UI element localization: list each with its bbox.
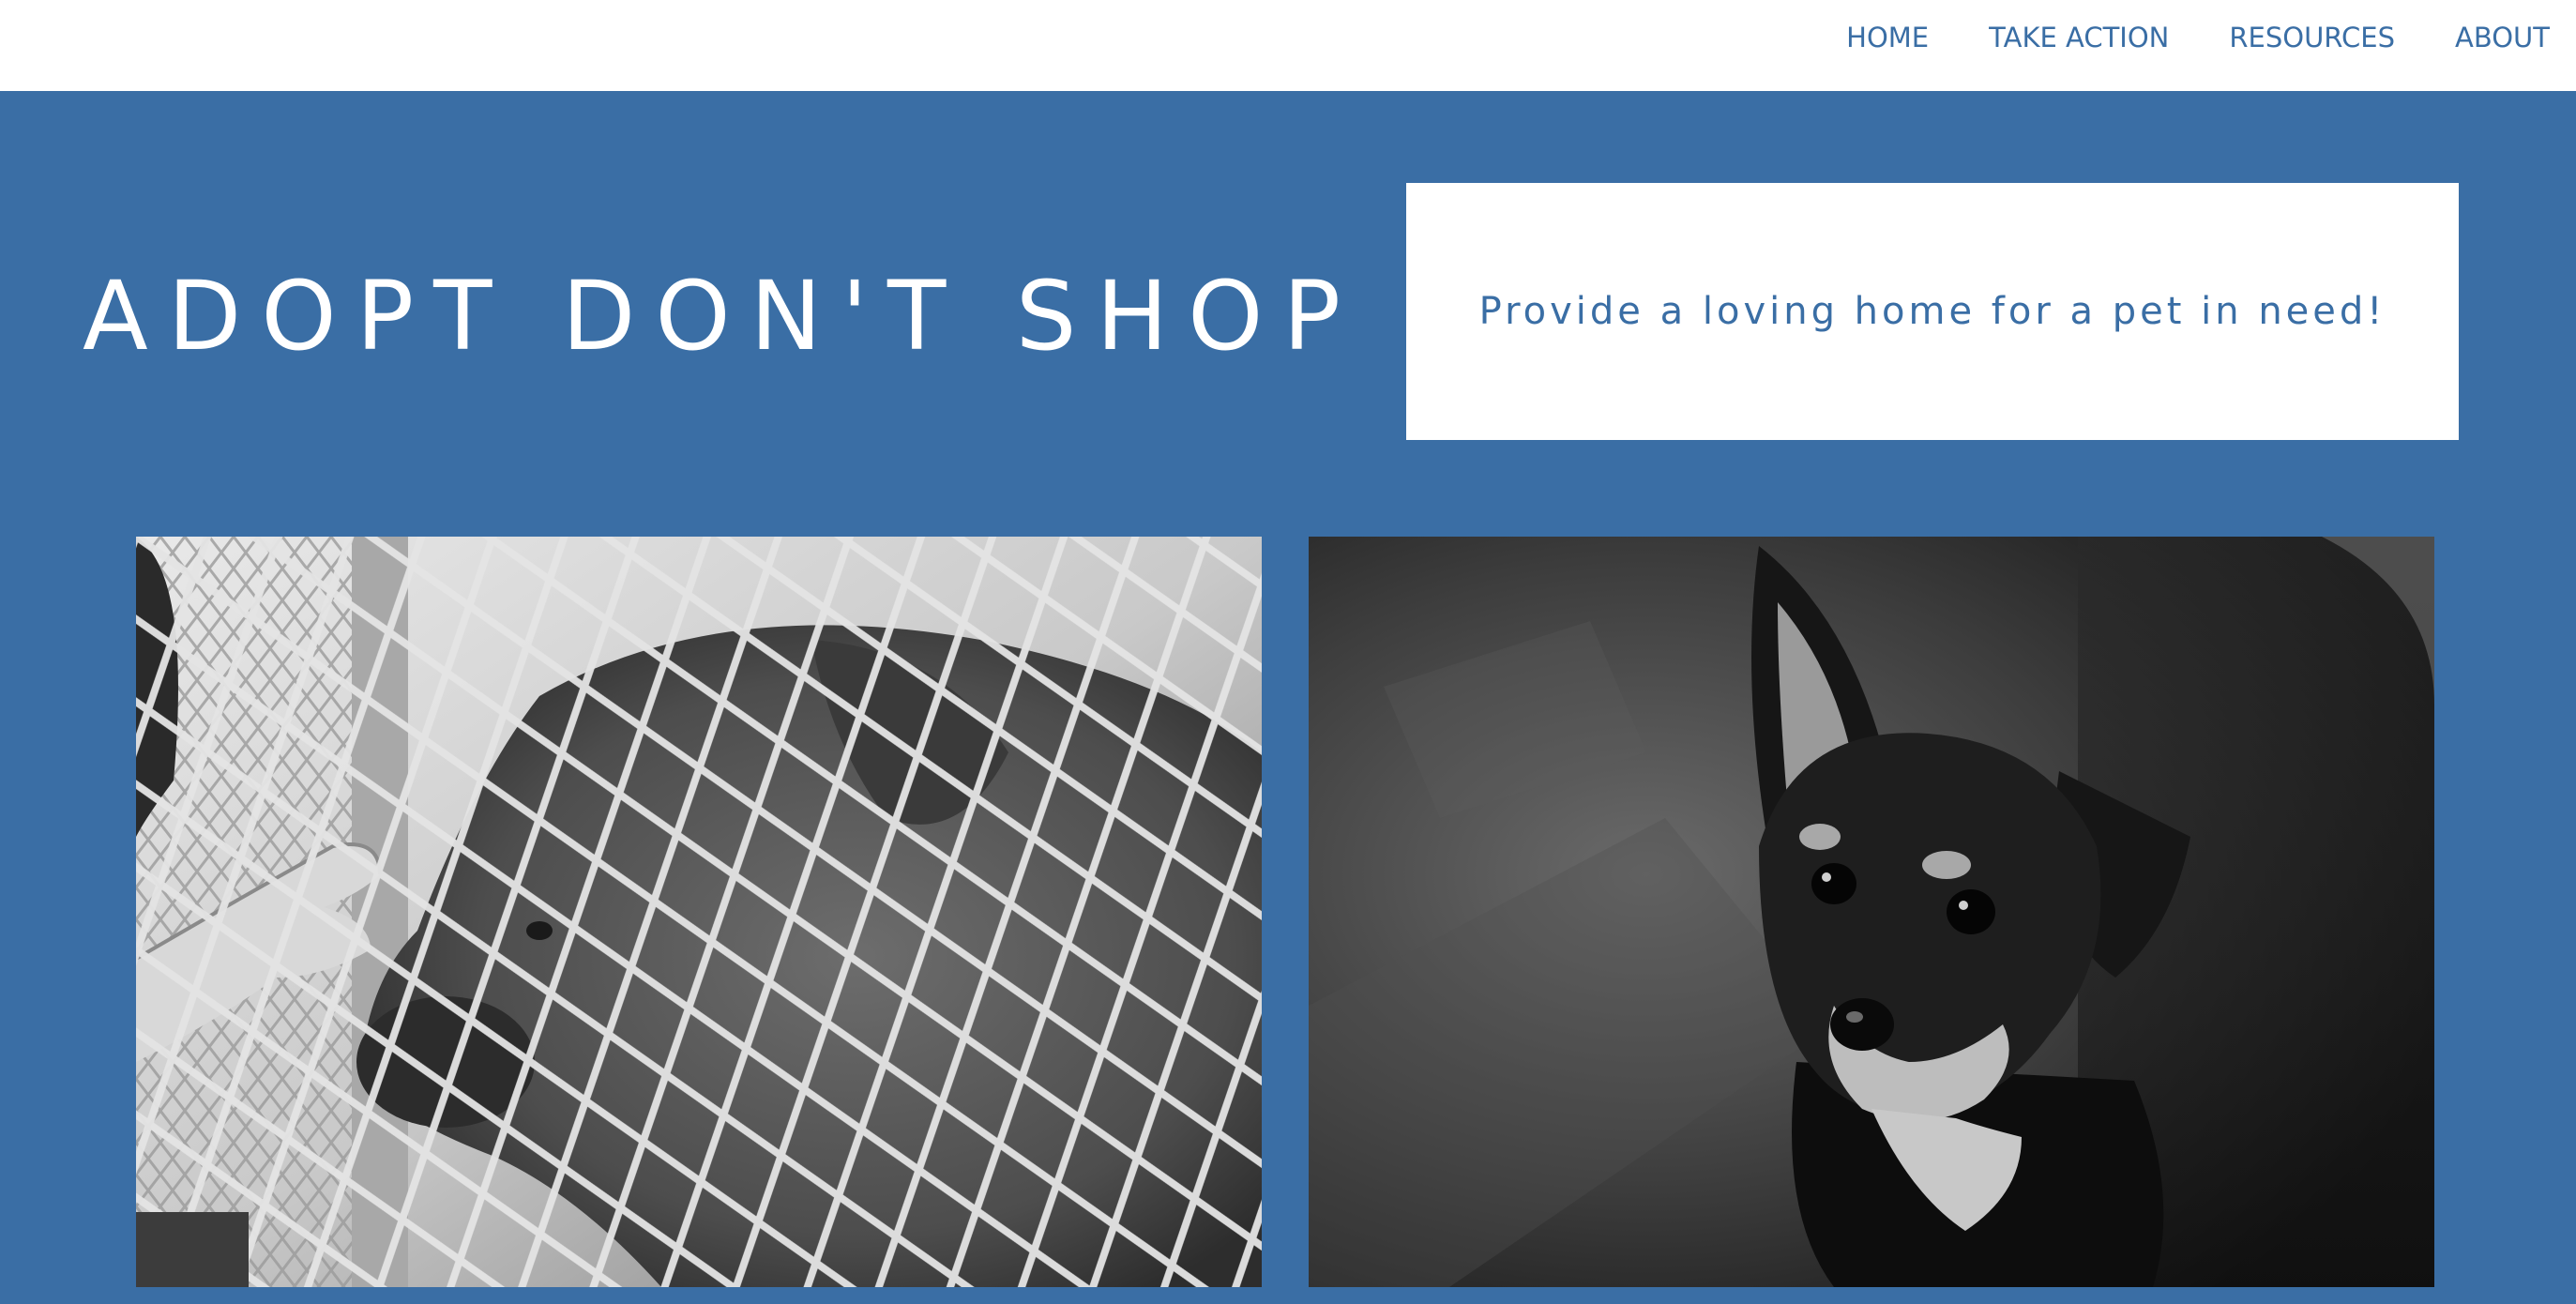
photo-small-dog-looking-up xyxy=(1309,537,2434,1287)
nav-link-resources[interactable]: RESOURCES xyxy=(2229,22,2395,53)
main-nav: HOME TAKE ACTION RESOURCES ABOUT xyxy=(1846,0,2550,75)
tagline-box: Provide a loving home for a pet in need! xyxy=(1406,183,2459,440)
hero-tagline: Provide a loving home for a pet in need! xyxy=(1478,290,2387,333)
small-dog-image xyxy=(1309,537,2434,1287)
photo-dog-behind-fence xyxy=(136,537,1262,1287)
nav-link-take-action[interactable]: TAKE ACTION xyxy=(1989,22,2169,53)
dog-fence-image xyxy=(136,537,1262,1287)
top-navigation-bar: HOME TAKE ACTION RESOURCES ABOUT xyxy=(0,0,2576,91)
hero-section: ADOPT DON'T SHOP Provide a loving home f… xyxy=(0,91,2576,1304)
hero-title: ADOPT DON'T SHOP xyxy=(83,260,1360,372)
nav-link-about[interactable]: ABOUT xyxy=(2455,22,2550,53)
nav-link-home[interactable]: HOME xyxy=(1846,22,1929,53)
